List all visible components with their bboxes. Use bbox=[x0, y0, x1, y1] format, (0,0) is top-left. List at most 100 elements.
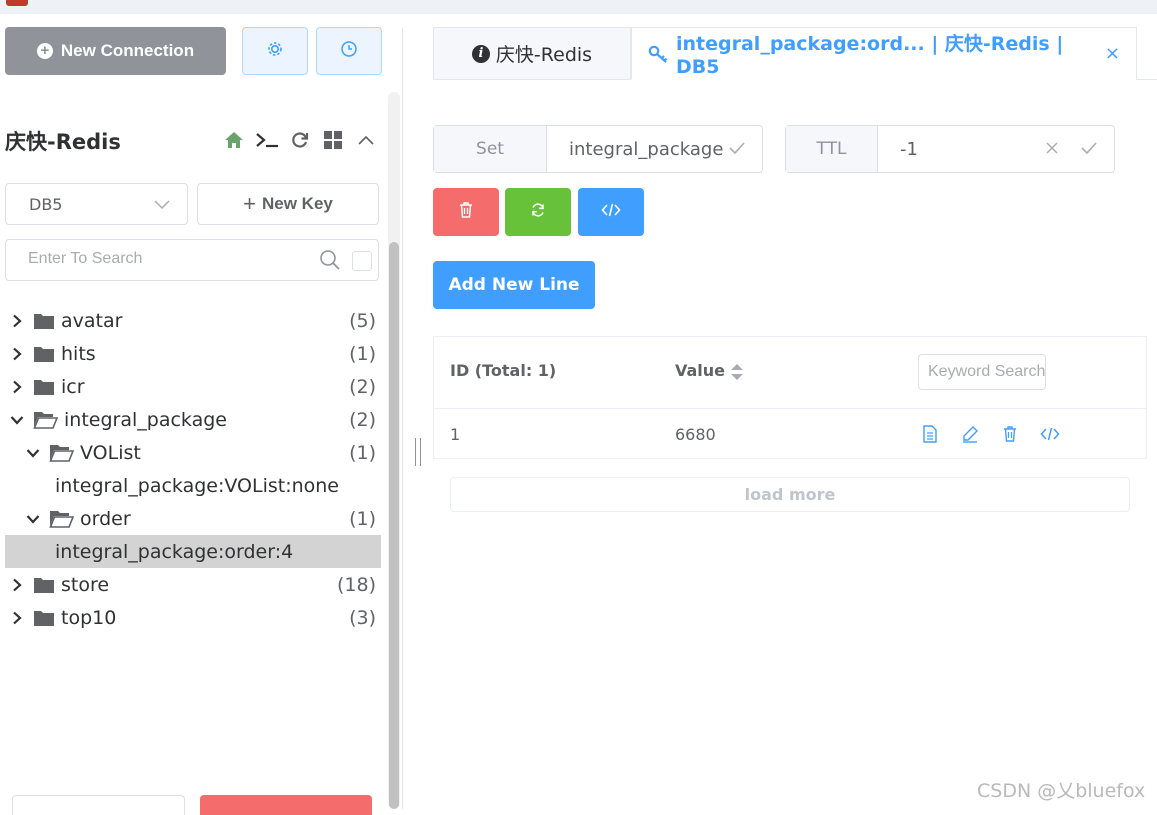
tab-key-label: integral_package:ord... | 庆快-Redis | DB5 bbox=[676, 33, 1064, 78]
tree-node-count: (2) bbox=[349, 375, 376, 398]
settings-button[interactable] bbox=[242, 27, 308, 75]
edit-icon[interactable] bbox=[960, 424, 980, 444]
load-more-button[interactable]: load more bbox=[450, 477, 1130, 512]
ttl-label: TTL bbox=[786, 126, 878, 172]
connection-toolbar bbox=[222, 128, 378, 152]
tree-node-label: VOList bbox=[80, 441, 141, 464]
gear-icon bbox=[266, 40, 284, 62]
document-icon[interactable] bbox=[920, 424, 940, 444]
refresh-icon bbox=[530, 202, 546, 222]
dump-command-button[interactable] bbox=[578, 188, 644, 236]
chevron-right-icon[interactable] bbox=[9, 314, 25, 328]
terminal-icon[interactable] bbox=[255, 128, 279, 152]
folder-open-icon bbox=[33, 410, 58, 429]
tree-node-label: integral_package bbox=[64, 408, 227, 431]
chevron-down-icon bbox=[153, 196, 171, 215]
resize-handle[interactable] bbox=[415, 438, 421, 466]
close-icon[interactable]: × bbox=[1105, 43, 1120, 64]
grid-icon[interactable] bbox=[321, 128, 345, 152]
tab-status-label: 庆快-Redis bbox=[495, 44, 593, 66]
table-header: ID (Total: 1) Value bbox=[434, 337, 1146, 409]
clock-icon bbox=[340, 40, 358, 62]
ttl-group: TTL -1 bbox=[785, 125, 1115, 173]
chevron-up-icon[interactable] bbox=[354, 128, 378, 152]
plus-circle-icon: + bbox=[36, 43, 53, 59]
delete-key-button[interactable] bbox=[433, 188, 499, 236]
folder-open-icon bbox=[49, 443, 74, 462]
tree-folder[interactable]: avatar (5) bbox=[5, 304, 381, 337]
new-key-button[interactable]: + New Key bbox=[197, 183, 379, 225]
tree-node-count: (1) bbox=[349, 507, 376, 530]
clear-icon[interactable] bbox=[1044, 140, 1060, 161]
chevron-down-icon[interactable] bbox=[25, 448, 41, 458]
tree-node-count: (5) bbox=[349, 309, 376, 332]
tab-status[interactable]: i 庆快-Redis bbox=[433, 27, 631, 80]
check-icon[interactable] bbox=[728, 140, 746, 161]
tree-folder[interactable]: integral_package (2) bbox=[5, 403, 381, 436]
app-icon bbox=[6, 0, 28, 6]
tree-key[interactable]: integral_package:VOList:none bbox=[5, 469, 381, 502]
tree-node-count: (18) bbox=[336, 573, 376, 596]
home-icon[interactable] bbox=[222, 128, 246, 152]
exact-search-checkbox[interactable] bbox=[352, 251, 372, 271]
key-tree: avatar (5) hits (1) icr (2) integral_package (2… bbox=[5, 304, 381, 634]
db-select-value: DB5 bbox=[29, 194, 63, 214]
bottom-button-right[interactable] bbox=[200, 795, 372, 815]
code-icon[interactable] bbox=[1040, 424, 1060, 444]
key-icon bbox=[648, 44, 668, 64]
chevron-right-icon[interactable] bbox=[9, 380, 25, 394]
tree-folder[interactable]: VOList (1) bbox=[5, 436, 381, 469]
key-name-value: integral_package bbox=[569, 138, 724, 160]
column-value-header[interactable]: Value bbox=[675, 361, 725, 380]
plus-icon: + bbox=[243, 191, 256, 216]
tree-folder[interactable]: top10 (3) bbox=[5, 601, 381, 634]
scrollbar-thumb[interactable] bbox=[389, 242, 399, 809]
tree-node-label: store bbox=[61, 573, 110, 596]
tree-node-label: avatar bbox=[61, 309, 123, 332]
tab-bar-line bbox=[1136, 79, 1157, 80]
chevron-right-icon[interactable] bbox=[9, 347, 25, 361]
keyword-search-input[interactable] bbox=[918, 354, 1046, 390]
tree-folder[interactable]: hits (1) bbox=[5, 337, 381, 370]
tree-node-count: (2) bbox=[349, 408, 376, 431]
new-connection-button[interactable]: + New Connection bbox=[5, 27, 226, 75]
value-table: ID (Total: 1) Value 1 6680 bbox=[433, 336, 1147, 459]
tree-folder[interactable]: store (18) bbox=[5, 568, 381, 601]
search-icon[interactable] bbox=[319, 249, 341, 275]
bottom-button-left[interactable] bbox=[12, 795, 185, 815]
db-select[interactable]: DB5 bbox=[5, 183, 188, 225]
row-value: 6680 bbox=[675, 425, 716, 444]
tab-key[interactable]: integral_package:ord... | 庆快-Redis | DB5… bbox=[631, 27, 1137, 80]
tree-node-count: (1) bbox=[349, 441, 376, 464]
connection-title: 庆快-Redis bbox=[5, 130, 121, 154]
key-search-input[interactable] bbox=[28, 240, 318, 278]
ttl-input[interactable]: -1 bbox=[878, 126, 1114, 172]
chevron-down-icon[interactable] bbox=[9, 415, 25, 425]
trash-icon[interactable] bbox=[1000, 424, 1020, 444]
add-new-line-button[interactable]: Add New Line bbox=[433, 261, 595, 309]
sidebar-divider bbox=[402, 28, 403, 809]
tree-key[interactable]: integral_package:order:4 bbox=[5, 535, 381, 568]
tree-node-label: integral_package:VOList:none bbox=[55, 474, 339, 497]
tree-folder[interactable]: order (1) bbox=[5, 502, 381, 535]
check-icon[interactable] bbox=[1080, 140, 1098, 161]
chevron-down-icon[interactable] bbox=[25, 514, 41, 524]
folder-open-icon bbox=[49, 509, 74, 528]
history-button[interactable] bbox=[316, 27, 382, 75]
folder-icon bbox=[33, 609, 55, 627]
window-top-strip bbox=[0, 0, 1157, 14]
info-icon: i bbox=[471, 44, 490, 63]
tree-node-label: order bbox=[80, 507, 131, 530]
chevron-right-icon[interactable] bbox=[9, 611, 25, 625]
new-key-label: New Key bbox=[261, 194, 333, 213]
refresh-key-button[interactable] bbox=[505, 188, 571, 236]
chevron-right-icon[interactable] bbox=[9, 578, 25, 592]
sort-icon[interactable] bbox=[730, 363, 744, 381]
row-actions bbox=[920, 424, 1060, 444]
key-name-input[interactable]: integral_package bbox=[547, 126, 762, 172]
tree-node-count: (1) bbox=[349, 342, 376, 365]
tree-folder[interactable]: icr (2) bbox=[5, 370, 381, 403]
refresh-icon[interactable] bbox=[288, 128, 312, 152]
tree-node-label: top10 bbox=[61, 606, 117, 629]
sidebar-scrollbar[interactable] bbox=[388, 92, 400, 809]
